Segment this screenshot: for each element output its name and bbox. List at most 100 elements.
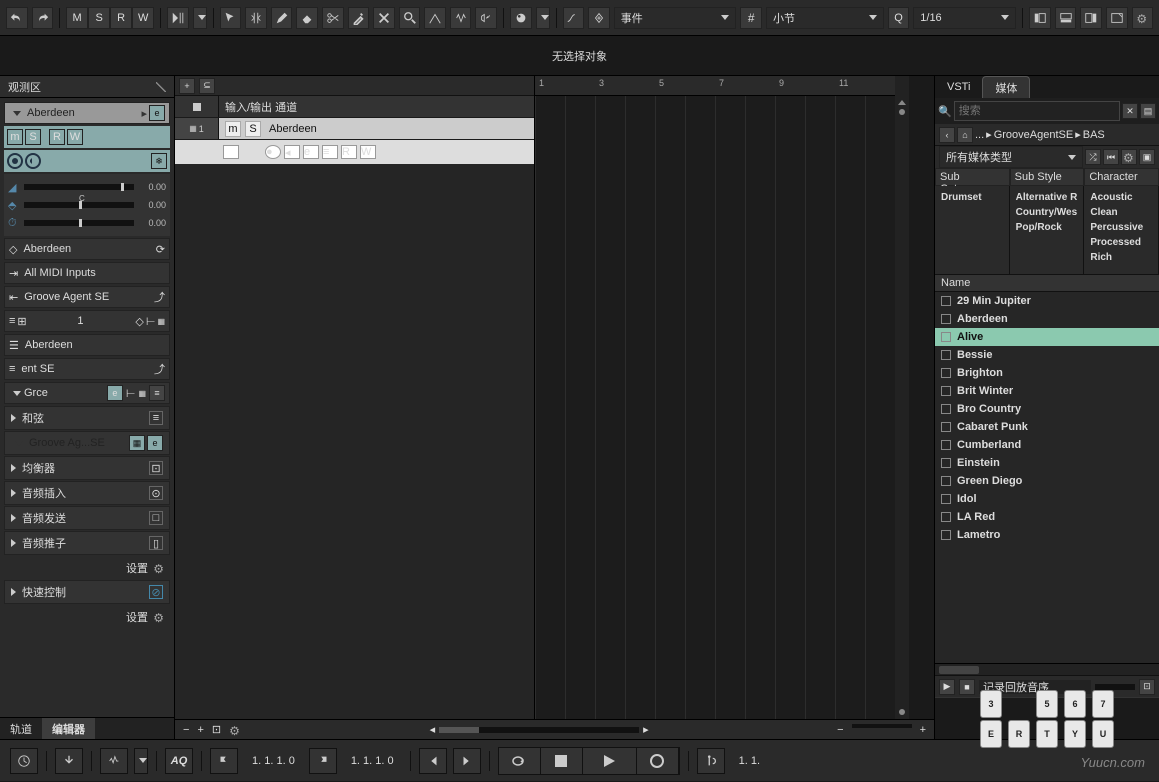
track-record[interactable]: ● bbox=[265, 145, 281, 159]
back-button[interactable]: ‹ bbox=[939, 127, 955, 143]
inspector-tab[interactable]: 观测区 bbox=[0, 76, 174, 98]
tempo-track-button[interactable] bbox=[100, 748, 128, 774]
tempo-menu[interactable] bbox=[134, 748, 148, 774]
result-item[interactable]: Cumberland bbox=[935, 436, 1159, 454]
editor-tab[interactable]: 编辑器 bbox=[42, 718, 95, 739]
preview-opt[interactable]: ⊡ bbox=[1139, 679, 1155, 695]
range-tool[interactable] bbox=[245, 7, 267, 29]
quick-section[interactable]: 快速控制⊘ bbox=[4, 580, 170, 604]
track-write[interactable]: W bbox=[360, 145, 376, 159]
preview-play[interactable]: ▶ bbox=[939, 679, 955, 695]
marker-right[interactable] bbox=[309, 748, 337, 774]
constrain-button[interactable] bbox=[10, 748, 38, 774]
mute-all-button[interactable]: M bbox=[66, 7, 88, 29]
grid-type-button[interactable]: # bbox=[740, 7, 762, 29]
inserts-section[interactable]: 音频插入⊙ bbox=[4, 481, 170, 505]
stop-button[interactable] bbox=[541, 748, 583, 774]
right-locator[interactable]: 1. 1. 1. 0 bbox=[343, 748, 402, 774]
track-mute[interactable]: m bbox=[225, 121, 241, 137]
result-item[interactable]: 29 Min Jupiter bbox=[935, 292, 1159, 310]
zoom-tool[interactable] bbox=[399, 7, 421, 29]
track-solo[interactable]: S bbox=[245, 121, 261, 137]
col-subcategory[interactable]: Sub Category bbox=[935, 168, 1010, 186]
rewind-button[interactable]: ⏮ bbox=[1103, 149, 1119, 165]
track-read[interactable]: R bbox=[341, 145, 357, 159]
zoom-in-v[interactable]: + bbox=[197, 724, 203, 736]
instrument-row[interactable]: ⇤Groove Agent SE⤴ bbox=[4, 286, 170, 308]
zone-bottom-button[interactable] bbox=[1055, 7, 1077, 29]
split-tool[interactable] bbox=[322, 7, 344, 29]
filter-item[interactable]: Drumset bbox=[937, 190, 1007, 205]
key[interactable]: E bbox=[980, 720, 1002, 748]
window-layout-button[interactable] bbox=[1106, 7, 1128, 29]
track-lanes[interactable]: ≡ bbox=[322, 145, 338, 159]
search-input[interactable] bbox=[954, 101, 1120, 121]
freeze-button[interactable]: ❄ bbox=[151, 153, 167, 169]
write-button[interactable]: W bbox=[67, 129, 83, 145]
key[interactable]: U bbox=[1092, 720, 1114, 748]
breadcrumb-item[interactable]: GrooveAgentSE bbox=[994, 129, 1074, 141]
shuffle-button[interactable]: ⤮ bbox=[1085, 149, 1101, 165]
clear-search[interactable]: ✕ bbox=[1122, 103, 1138, 119]
solo-all-button[interactable]: S bbox=[88, 7, 110, 29]
key[interactable]: 7 bbox=[1092, 690, 1114, 718]
fader-section-row[interactable]: 音频推子▯ bbox=[4, 531, 170, 555]
draw-tool[interactable] bbox=[271, 7, 293, 29]
key[interactable]: T bbox=[1036, 720, 1058, 748]
record-button[interactable] bbox=[637, 748, 679, 774]
play-button[interactable] bbox=[583, 748, 637, 774]
filter-item[interactable]: Rich bbox=[1086, 250, 1156, 265]
mute-button[interactable]: m bbox=[7, 129, 23, 145]
left-locator[interactable]: 1. 1. 1. 0 bbox=[244, 748, 303, 774]
result-item[interactable]: Lametro bbox=[935, 526, 1159, 544]
track-edit[interactable]: e bbox=[303, 145, 319, 159]
midi-input-row[interactable]: ⇥All MIDI Inputs bbox=[4, 262, 170, 284]
ruler[interactable]: 1 3 5 7 9 11 bbox=[535, 76, 895, 96]
settings-button[interactable] bbox=[1132, 7, 1154, 29]
filter-item[interactable]: Percussive bbox=[1086, 220, 1156, 235]
routing-track-row[interactable]: ◇Aberdeen⟳ bbox=[4, 238, 170, 260]
volume-fader[interactable] bbox=[24, 184, 134, 190]
key[interactable]: 3 bbox=[980, 690, 1002, 718]
key[interactable]: R bbox=[1008, 720, 1030, 748]
edit-instrument-button[interactable]: e bbox=[149, 105, 165, 121]
filter-item[interactable]: Pop/Rock bbox=[1012, 220, 1082, 235]
sends-section[interactable]: 音频发送□ bbox=[4, 506, 170, 530]
filter-item[interactable]: Processed bbox=[1086, 235, 1156, 250]
col-substyle[interactable]: Sub Style bbox=[1010, 168, 1085, 186]
warp-tool[interactable] bbox=[450, 7, 472, 29]
result-item[interactable]: Brighton bbox=[935, 364, 1159, 382]
channel-row[interactable]: ≡⊞1◇⊢▦ bbox=[4, 310, 170, 332]
zoom-tool-footer[interactable]: ⊡ bbox=[212, 723, 221, 736]
grid-type-dropdown[interactable]: 小节 bbox=[766, 7, 884, 29]
undo-button[interactable] bbox=[6, 7, 28, 29]
solo-button[interactable]: S bbox=[25, 129, 41, 145]
breadcrumb-item[interactable]: BAS bbox=[1083, 129, 1105, 141]
line-tool[interactable] bbox=[563, 7, 585, 29]
marker-left[interactable] bbox=[210, 748, 238, 774]
arrange-scrollbar-v[interactable] bbox=[895, 76, 909, 719]
filter-item[interactable]: Clean bbox=[1086, 205, 1156, 220]
zone-left-button[interactable] bbox=[1029, 7, 1051, 29]
aq-button[interactable]: AQ bbox=[165, 748, 193, 774]
glue-tool[interactable] bbox=[348, 7, 370, 29]
zoom-out-v[interactable]: − bbox=[183, 724, 189, 736]
auto-scroll-button[interactable] bbox=[167, 7, 189, 29]
h-zoom[interactable] bbox=[852, 724, 912, 728]
edit-button[interactable]: e bbox=[107, 385, 123, 401]
result-item[interactable]: Aberdeen bbox=[935, 310, 1159, 328]
ent-row[interactable]: ≡ent SE⤴ bbox=[4, 358, 170, 380]
pan-fader[interactable]: C bbox=[24, 202, 134, 208]
groove-section[interactable]: Groove Ag...SE▦e bbox=[4, 431, 170, 455]
result-item[interactable]: Cabaret Punk bbox=[935, 418, 1159, 436]
track-tab[interactable]: 轨道 bbox=[0, 718, 42, 739]
snap-button[interactable] bbox=[588, 7, 610, 29]
result-item[interactable]: Bessie bbox=[935, 346, 1159, 364]
read-button[interactable]: R bbox=[49, 129, 65, 145]
settings-row-2[interactable]: 设置 bbox=[4, 605, 170, 629]
results-header[interactable]: Name bbox=[935, 274, 1159, 292]
io-track-row[interactable]: 输入/输出 通道 bbox=[175, 96, 534, 118]
snap-type-dropdown[interactable]: 事件 bbox=[614, 7, 737, 29]
track-check[interactable] bbox=[223, 145, 239, 159]
preview-stop[interactable]: ■ bbox=[959, 679, 975, 695]
